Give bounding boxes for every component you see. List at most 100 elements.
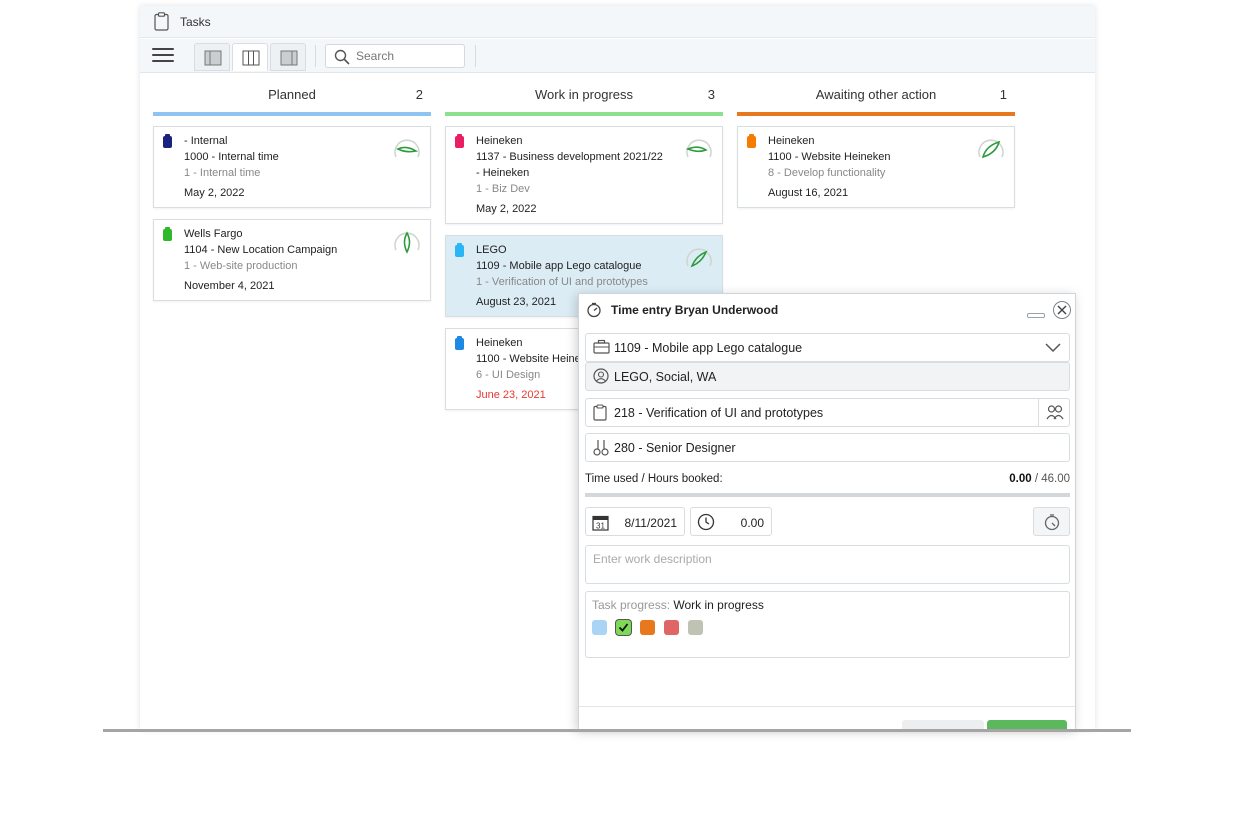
task-card[interactable]: Heineken 1137 - Business development 202… [445, 126, 723, 224]
card-project: 1100 - Website Heineken [768, 151, 891, 163]
hours-value: 0.00 / 46.00 [1009, 473, 1070, 485]
project-select[interactable]: 1109 - Mobile app Lego catalogue [585, 333, 1070, 362]
role-value: 280 - Senior Designer [614, 441, 736, 455]
date-value: 8/11/2021 [624, 516, 678, 530]
task-value: 218 - Verification of UI and prototypes [614, 406, 824, 420]
customer-color-tag [455, 336, 464, 350]
card-date: November 4, 2021 [184, 280, 275, 292]
search-box[interactable] [325, 44, 465, 68]
card-date: August 16, 2021 [768, 187, 849, 199]
customer-color-tag [163, 134, 172, 148]
divider-line [103, 729, 1131, 732]
window-title: Tasks [180, 15, 211, 29]
chevron-down-icon[interactable] [1045, 341, 1061, 353]
calendar-icon: 31 [592, 515, 609, 531]
progress-gauge-icon [394, 231, 420, 254]
detail-view-tab[interactable] [270, 43, 306, 71]
title-bar: Tasks [140, 6, 1095, 38]
svg-text:31: 31 [596, 521, 605, 530]
card-customer: LEGO [476, 244, 507, 256]
task-card[interactable]: Wells Fargo 1104 - New Location Campaign… [153, 219, 431, 301]
team-icon [1046, 405, 1064, 420]
column-awaiting-other-action: Awaiting other action 1 Heineken 1100 - … [737, 84, 1015, 208]
column-color-bar [153, 112, 431, 116]
column-color-bar [445, 112, 723, 116]
column-count: 1 [999, 87, 1007, 102]
dialog-title: Time entry Bryan Underwood [611, 303, 779, 317]
column-color-bar [737, 112, 1015, 116]
column-work-in-progress: Work in progress 3 Heineken 1137 - Busin… [445, 84, 723, 410]
customer-color-tag [455, 243, 464, 257]
task-progress-header: Task progress: Work in progress [592, 598, 764, 612]
task-progress-value: Work in progress [673, 598, 764, 612]
customer-icon [593, 368, 609, 384]
minimize-button[interactable] [1027, 313, 1045, 318]
hours-label: Time used / Hours booked: [585, 473, 723, 485]
column-header: Awaiting other action 1 [737, 84, 1015, 108]
customer-value: LEGO, Social, WA [614, 370, 717, 384]
progress-gauge-icon [686, 248, 712, 268]
work-description-input[interactable] [585, 545, 1070, 584]
list-view-icon [204, 50, 222, 66]
date-field[interactable]: 31 8/11/2021 [585, 507, 685, 536]
progress-gauge-icon [978, 139, 1004, 159]
progress-option-work-in-progress[interactable] [616, 620, 631, 635]
task-select[interactable]: 218 - Verification of UI and prototypes [585, 398, 1070, 427]
card-date: May 2, 2022 [184, 187, 245, 199]
progress-option-done[interactable] [688, 620, 703, 635]
card-project: 1000 - Internal time [184, 151, 279, 163]
menu-icon[interactable] [152, 48, 174, 64]
board-view-icon [242, 50, 260, 66]
card-task: 1 - Verification of UI and prototypes [476, 276, 648, 288]
board-view-tab[interactable] [232, 43, 268, 71]
card-task: 8 - Develop functionality [768, 167, 886, 179]
briefcase-icon [593, 339, 610, 354]
card-project: 1104 - New Location Campaign [184, 244, 338, 256]
toolbar-divider [475, 45, 476, 67]
hours-booked: / 46.00 [1031, 473, 1070, 485]
card-customer: - Internal [184, 135, 228, 147]
card-customer: Heineken [476, 135, 523, 147]
team-button[interactable] [1038, 399, 1069, 426]
card-project: 1109 - Mobile app Lego catalogue [476, 260, 642, 272]
column-planned: Planned 2 - Internal 1000 - Internal tim… [153, 84, 431, 301]
card-task: 1 - Web-site production [184, 260, 298, 272]
dialog-footer-divider [579, 706, 1075, 707]
hours-progress-bar [585, 493, 1070, 497]
card-customer: Wells Fargo [184, 228, 243, 240]
column-header: Planned 2 [153, 84, 431, 108]
task-card[interactable]: Heineken 1100 - Website Heineken 8 - Dev… [737, 126, 1015, 208]
card-task: 1 - Internal time [184, 167, 261, 179]
customer-color-tag [747, 134, 756, 148]
progress-option-awaiting[interactable] [640, 620, 655, 635]
column-header: Work in progress 3 [445, 84, 723, 108]
toolbar-divider [315, 45, 316, 67]
customer-field: LEGO, Social, WA [585, 362, 1070, 391]
card-project-continued: - Heineken [476, 167, 530, 179]
project-value: 1109 - Mobile app Lego catalogue [614, 341, 803, 355]
role-icon [593, 440, 609, 456]
column-count: 3 [707, 87, 715, 102]
time-field[interactable]: 0.00 [690, 507, 772, 536]
progress-gauge-icon [394, 139, 420, 158]
clipboard-icon [593, 404, 607, 421]
clipboard-icon [154, 12, 169, 31]
time-value: 0.00 [740, 516, 764, 530]
progress-option-planned[interactable] [592, 620, 607, 635]
progress-option-blocked[interactable] [664, 620, 679, 635]
toolbar [140, 39, 1095, 73]
clock-icon [697, 513, 715, 531]
column-title: Planned [268, 87, 316, 102]
checkmark-icon [618, 623, 629, 632]
list-view-tab[interactable] [194, 43, 230, 71]
start-timer-button[interactable] [1033, 507, 1070, 536]
column-count: 2 [415, 87, 423, 102]
search-input[interactable] [356, 48, 460, 64]
role-select[interactable]: 280 - Senior Designer [585, 433, 1070, 462]
stopwatch-icon [1044, 514, 1060, 531]
close-button[interactable] [1053, 301, 1071, 319]
card-project: 1137 - Business development 2021/22 [476, 151, 663, 163]
task-card[interactable]: - Internal 1000 - Internal time 1 - Inte… [153, 126, 431, 208]
customer-color-tag [163, 227, 172, 241]
hours-used: 0.00 [1009, 473, 1032, 485]
